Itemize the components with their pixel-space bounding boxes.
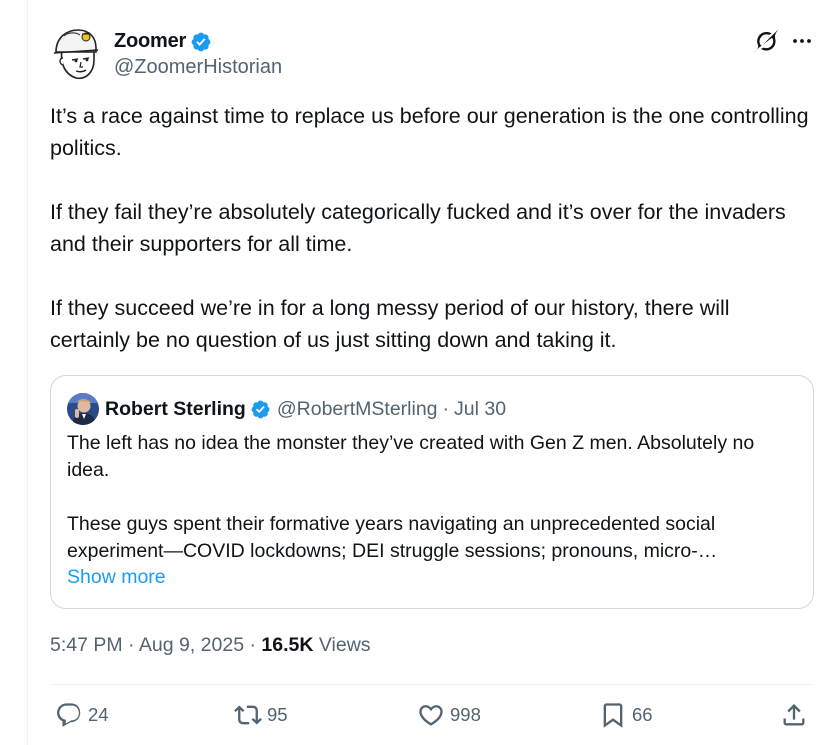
show-more-link[interactable]: Show more	[67, 566, 166, 589]
separator-dot: ·	[249, 634, 257, 656]
bookmark-count: 66	[632, 704, 653, 725]
tweet-time[interactable]: 5:47 PM	[50, 634, 123, 656]
reply-count: 24	[88, 704, 109, 725]
quoted-author-avatar[interactable]	[67, 393, 99, 425]
like-button[interactable]: 998	[417, 697, 481, 733]
quoted-tweet-date[interactable]: Jul 30	[454, 398, 506, 421]
separator-dot: ·	[442, 397, 450, 420]
tweet-paragraph: It’s a race against time to replace us b…	[50, 104, 809, 160]
author-avatar[interactable]	[50, 26, 102, 82]
verified-badge-icon[interactable]	[190, 31, 212, 53]
separator-dot: ·	[128, 634, 135, 656]
quoted-tweet-text: The left has no idea the monster they’ve…	[67, 430, 797, 565]
tweet-paragraph: If they fail they’re absolutely categori…	[50, 200, 786, 256]
tweet-paragraph: If they succeed we’re in for a long mess…	[50, 296, 730, 352]
more-icon[interactable]	[790, 29, 814, 53]
grok-icon[interactable]	[753, 28, 779, 54]
quoted-paragraph: The left has no idea the monster they’ve…	[67, 432, 755, 481]
person-avatar-icon	[67, 393, 99, 425]
timeline-left-border	[27, 0, 28, 745]
retweet-icon	[234, 705, 262, 725]
verified-badge-icon[interactable]	[250, 399, 271, 420]
cartoon-avatar-icon	[53, 29, 99, 80]
retweet-count: 95	[267, 704, 288, 725]
quoted-author-handle[interactable]: @RobertMSterling	[277, 398, 438, 421]
tweet: Zoomer @ZoomerHistorian It’s a race agai…	[50, 0, 814, 745]
reply-button[interactable]: 24	[55, 697, 109, 733]
author-name-row: Zoomer	[114, 30, 212, 53]
bookmark-button[interactable]: 66	[599, 697, 653, 733]
quoted-author-display-name[interactable]: Robert Sterling	[105, 398, 246, 421]
retweet-button[interactable]: 95	[234, 697, 288, 733]
tweet-text: It’s a race against time to replace us b…	[50, 100, 810, 356]
divider	[50, 684, 814, 685]
share-button[interactable]	[780, 697, 808, 733]
tweet-header: Zoomer @ZoomerHistorian	[50, 26, 813, 84]
reply-icon	[57, 703, 81, 727]
quoted-tweet-header: Robert Sterling @RobertMSterling · Jul 3…	[67, 393, 506, 425]
bookmark-icon	[603, 703, 623, 728]
tweet-date[interactable]: Aug 9, 2025	[139, 634, 244, 656]
tweet-metadata: 5:47 PM · Aug 9, 2025 · 16.5K Views	[50, 634, 371, 657]
author-handle[interactable]: @ZoomerHistorian	[114, 56, 282, 79]
heart-icon	[419, 705, 443, 726]
like-count: 998	[450, 704, 481, 725]
quoted-tweet-card[interactable]: Robert Sterling @RobertMSterling · Jul 3…	[50, 375, 814, 609]
views-label: Views	[318, 634, 371, 656]
tweet-actions-bar: 24 95 998 66	[50, 697, 814, 733]
quoted-paragraph: These guys spent their formative years n…	[67, 513, 718, 562]
views-count[interactable]: 16.5K	[261, 634, 313, 656]
share-icon	[783, 704, 805, 726]
author-display-name[interactable]: Zoomer	[114, 30, 186, 53]
